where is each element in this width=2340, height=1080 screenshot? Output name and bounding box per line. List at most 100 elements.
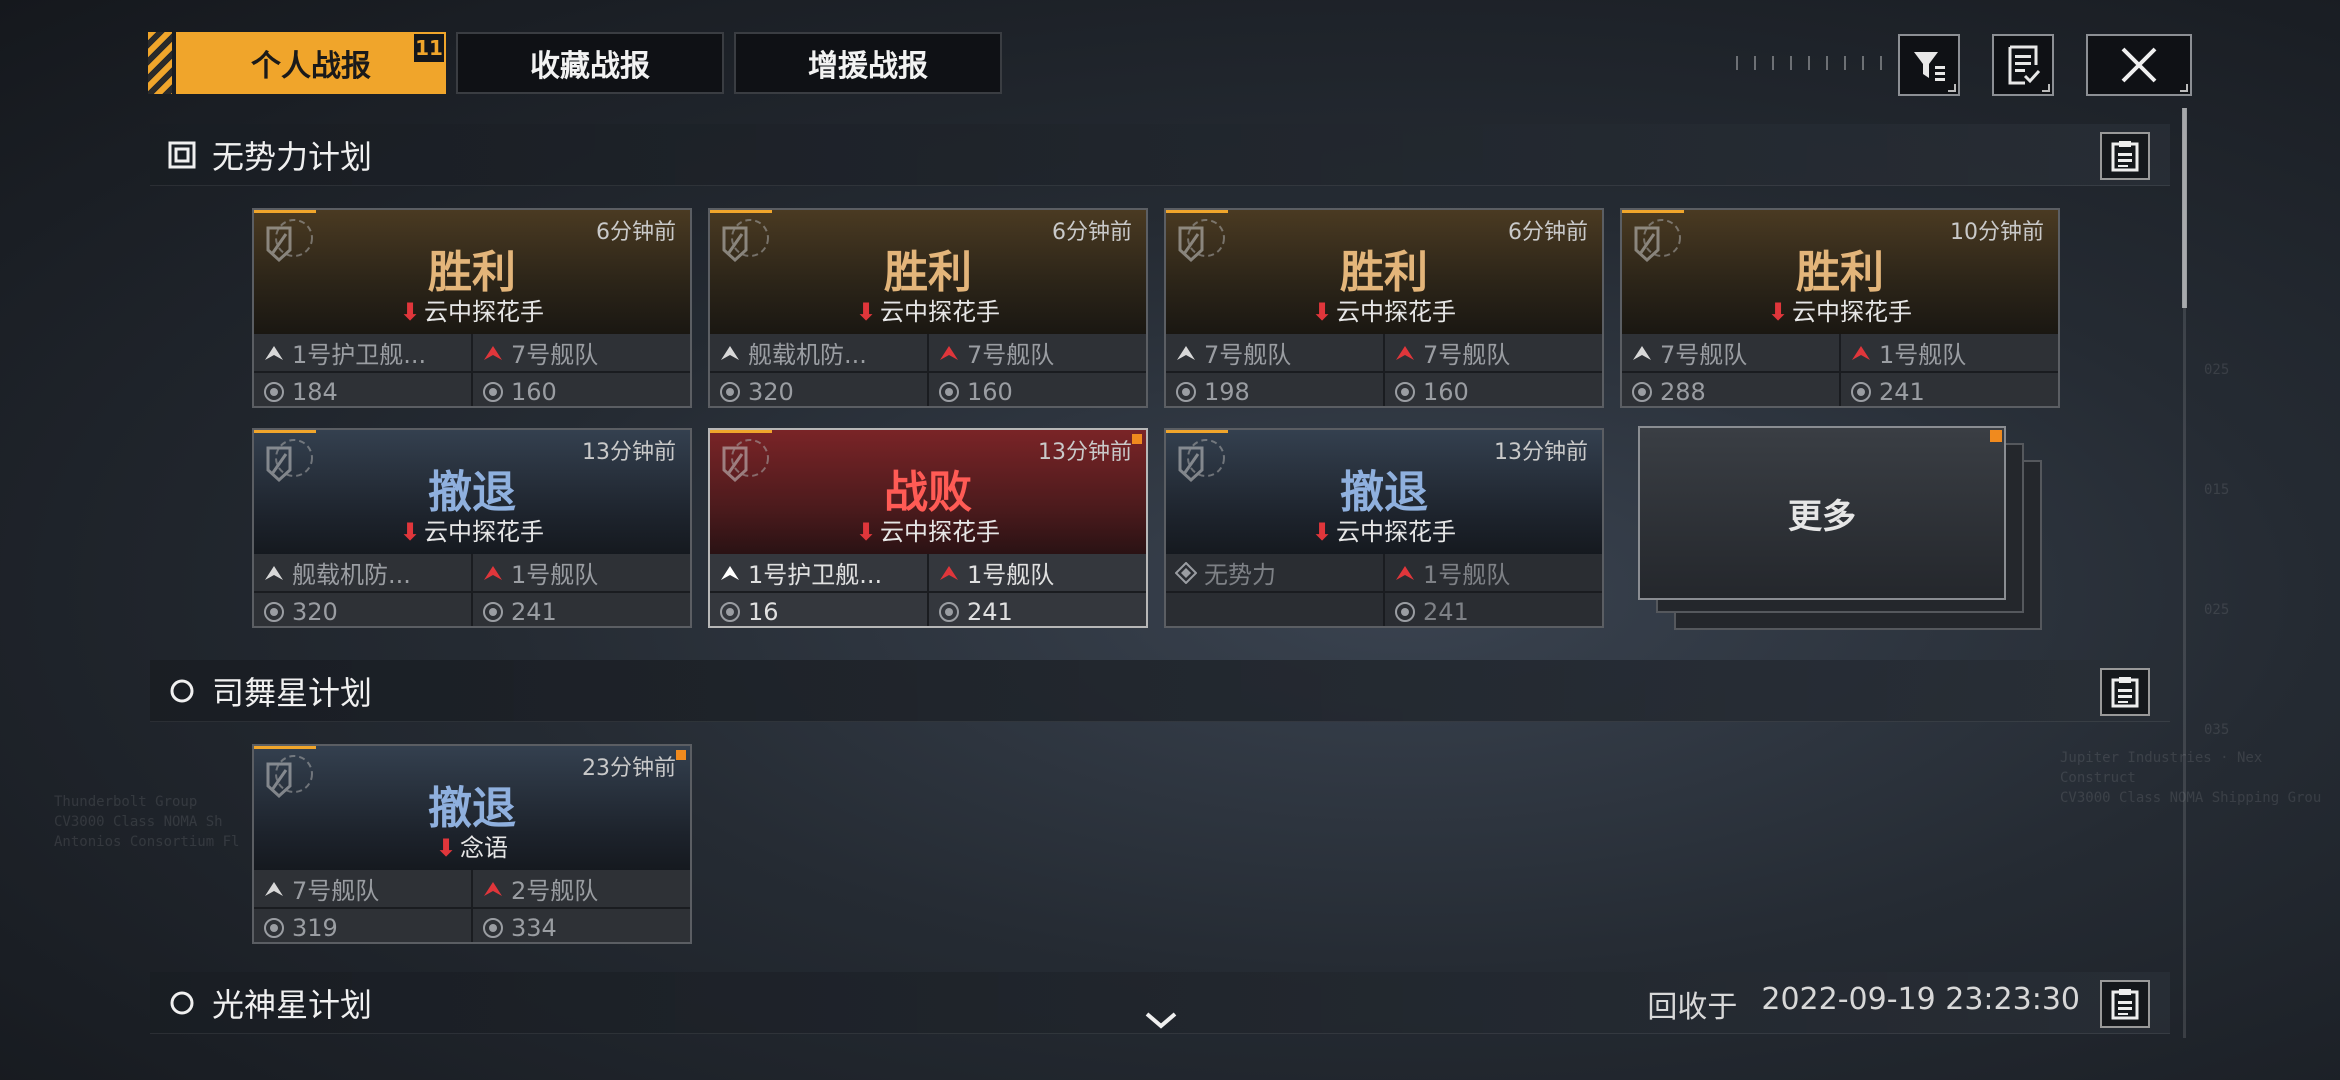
- batch-report-button[interactable]: [1992, 34, 2054, 96]
- attacker-unit: 7号舰队: [1166, 334, 1383, 371]
- power-icon: [1630, 381, 1654, 403]
- hazard-stripe: [148, 32, 172, 94]
- card-accent-line: [254, 746, 316, 749]
- defender-unit-label: 1号舰队: [1879, 341, 1967, 369]
- player-name-row: ⬇ 念语: [254, 828, 690, 863]
- battle-result: 战败: [884, 467, 972, 518]
- battle-report-card[interactable]: 6分钟前 胜利 ⬇ 云中探花手 7号舰队 7号舰队 198 160: [1164, 208, 1604, 408]
- attacker-power: 16: [710, 593, 927, 626]
- close-button[interactable]: [2086, 34, 2192, 96]
- defender-unit-label: 1号舰队: [511, 561, 599, 589]
- power-icon: [1849, 381, 1873, 403]
- battle-report-card[interactable]: 6分钟前 胜利 ⬇ 云中探花手 1号护卫舰... 7号舰队 184 160: [252, 208, 692, 408]
- power-icon: [481, 381, 505, 403]
- report-tabs: 个人战报 11 收藏战报 增援战报: [148, 32, 1012, 94]
- tab-reinforcement-reports[interactable]: 增援战报: [734, 32, 1002, 94]
- defender-power-value: 160: [1423, 377, 1469, 406]
- section-title: 光神星计划: [212, 985, 373, 1024]
- player-name: 云中探花手: [1792, 298, 1913, 326]
- player-name-row: ⬇ 云中探花手: [1166, 292, 1602, 327]
- player-name-row: ⬇ 云中探花手: [710, 292, 1146, 327]
- new-indicator: [1990, 430, 2002, 442]
- attacker-power-value: 288: [1660, 377, 1706, 406]
- battle-report-card[interactable]: 13分钟前 撤退 ⬇ 云中探花手 无势力 1号舰队 241: [1164, 428, 1604, 628]
- defender-triangle-icon: [937, 562, 961, 584]
- battle-report-card[interactable]: 13分钟前 撤退 ⬇ 云中探花手 舰载机防... 1号舰队 320 241: [252, 428, 692, 628]
- faction-icon: [1174, 561, 1198, 584]
- defender-power: 241: [1385, 593, 1602, 626]
- attacker-power: 198: [1166, 373, 1383, 406]
- tab-favorite-reports[interactable]: 收藏战报: [456, 32, 724, 94]
- battle-result: 撤退: [428, 467, 516, 518]
- defender-power: 160: [473, 373, 690, 406]
- player-name-row: ⬇ 云中探花手: [1622, 292, 2058, 327]
- attacker-unit: 舰载机防...: [254, 554, 471, 591]
- defender-power-value: 241: [967, 597, 1013, 626]
- card-accent-line: [1622, 210, 1684, 213]
- battle-result: 胜利: [884, 247, 972, 298]
- attacker-power: 288: [1622, 373, 1839, 406]
- player-name-row: ⬇ 云中探花手: [1166, 512, 1602, 547]
- attacker-unit: 7号舰队: [254, 870, 471, 907]
- defender-unit-label: 1号舰队: [967, 561, 1055, 589]
- battle-stats-grid: 无势力 1号舰队 241: [1166, 554, 1602, 626]
- tab-label: 个人战报: [251, 49, 371, 84]
- player-name-row: ⬇ 云中探花手: [710, 512, 1146, 547]
- section-header-no-faction[interactable]: 无势力计划: [150, 124, 2170, 186]
- power-icon: [718, 381, 742, 403]
- power-icon: [718, 601, 742, 623]
- filter-button[interactable]: [1898, 34, 1960, 96]
- battle-report-card[interactable]: 6分钟前 胜利 ⬇ 云中探花手 舰载机防... 7号舰队 320 160: [708, 208, 1148, 408]
- background-axis-label: 015: [2204, 482, 2230, 498]
- scrollbar-thumb[interactable]: [2182, 108, 2187, 308]
- recycle-time: 2022-09-19 23:23:30: [1761, 982, 2080, 1017]
- card-accent-line: [254, 430, 316, 433]
- battle-stats-grid: 1号护卫舰... 7号舰队 184 160: [254, 334, 690, 406]
- section-report-button[interactable]: [2100, 132, 2150, 180]
- defender-triangle-icon: [937, 342, 961, 364]
- defender-power: 241: [1841, 373, 2058, 406]
- attacker-power-value: 198: [1204, 377, 1250, 406]
- battle-stats-grid: 1号护卫舰... 1号舰队 16 241: [710, 554, 1146, 626]
- attacker-unit: 舰载机防...: [710, 334, 927, 371]
- defender-triangle-icon: [481, 878, 505, 900]
- section-report-button[interactable]: [2100, 980, 2150, 1028]
- circle-icon: [168, 677, 196, 705]
- section-title: 无势力计划: [212, 137, 373, 176]
- report-check-icon: [2008, 45, 2041, 85]
- defender-power-value: 160: [967, 377, 1013, 406]
- report-list-icon: [2111, 677, 2139, 708]
- power-icon: [1393, 381, 1417, 403]
- tab-personal-reports[interactable]: 个人战报 11: [176, 32, 446, 94]
- scroll-down-chevron-icon[interactable]: [1143, 1010, 1179, 1032]
- defender-power: 160: [929, 373, 1146, 406]
- player-name: 念语: [460, 834, 509, 862]
- new-indicator: [676, 750, 686, 760]
- defender-power-value: 241: [1879, 377, 1925, 406]
- battle-stats-grid: 舰载机防... 1号舰队 320 241: [254, 554, 690, 626]
- down-arrow-icon: ⬇: [435, 834, 457, 862]
- player-name: 云中探花手: [1336, 298, 1457, 326]
- section-header-siwuxing[interactable]: 司舞星计划: [150, 660, 2170, 722]
- defender-triangle-icon: [1393, 342, 1417, 364]
- power-icon: [262, 917, 286, 939]
- defender-unit-label: 7号舰队: [511, 341, 599, 369]
- defender-unit: 2号舰队: [473, 870, 690, 907]
- circle-icon: [168, 989, 196, 1017]
- attacker-power: 320: [710, 373, 927, 406]
- down-arrow-icon: ⬇: [399, 298, 421, 326]
- power-icon: [262, 381, 286, 403]
- battle-report-card[interactable]: 10分钟前 胜利 ⬇ 云中探花手 7号舰队 1号舰队 288 241: [1620, 208, 2060, 408]
- battle-report-card[interactable]: 13分钟前 战败 ⬇ 云中探花手 1号护卫舰... 1号舰队 16 241: [708, 428, 1148, 628]
- attacker-unit-label: 1号护卫舰...: [292, 341, 427, 369]
- attacker-power-value: 320: [748, 377, 794, 406]
- attacker-power: 184: [254, 373, 471, 406]
- section-report-button[interactable]: [2100, 668, 2150, 716]
- collapse-square-icon: [168, 141, 196, 169]
- defender-unit: 1号舰队: [1385, 554, 1602, 591]
- defender-unit-label: 2号舰队: [511, 877, 599, 905]
- more-reports-button[interactable]: 更多: [1638, 426, 2006, 600]
- battle-report-card[interactable]: 23分钟前 撤退 ⬇ 念语 7号舰队 2号舰队 319 334: [252, 744, 692, 944]
- attacker-unit: 无势力: [1166, 554, 1383, 591]
- background-caption-right: Jupiter Industries · Nex Construct CV300…: [2060, 750, 2322, 806]
